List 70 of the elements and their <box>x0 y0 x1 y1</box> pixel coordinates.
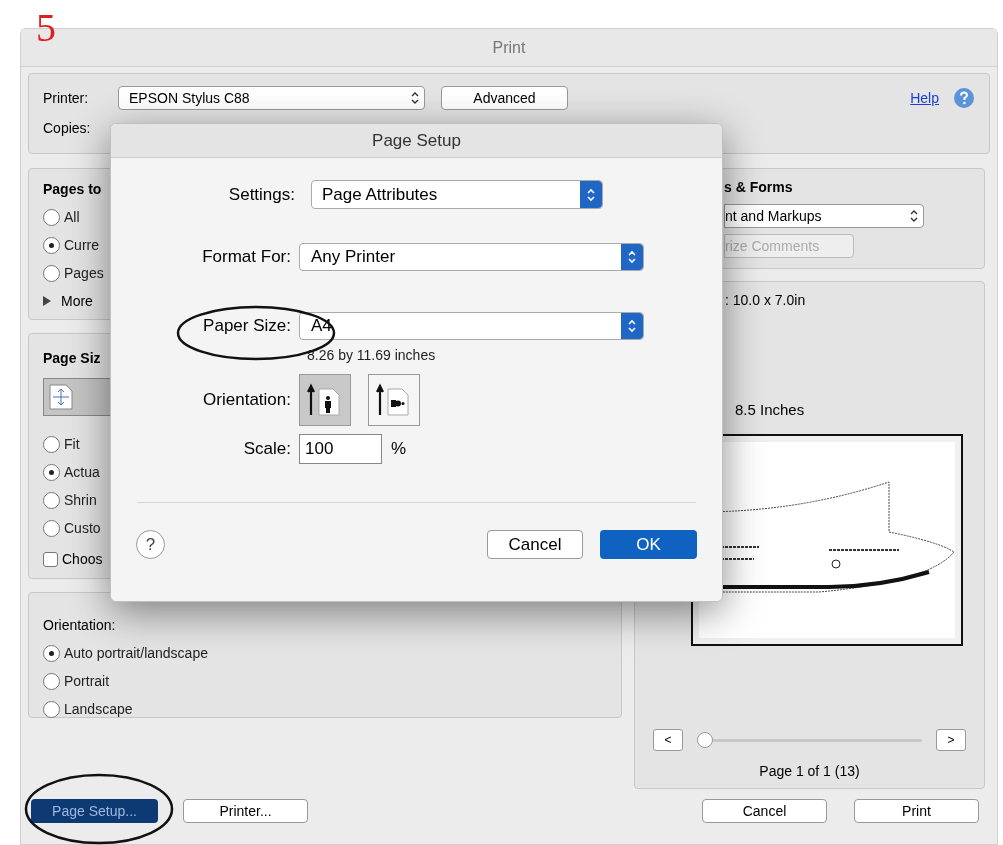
radio-button[interactable] <box>43 236 60 254</box>
more-options-label[interactable]: More <box>61 290 93 312</box>
previous-page-button[interactable]: < <box>653 729 683 751</box>
radio-label: Portrait <box>64 671 110 691</box>
radio-label: All <box>64 207 80 227</box>
field-label: Copies: <box>43 119 91 138</box>
paper-size-text: 8.5 Inches <box>734 400 806 420</box>
panel-title: s & Forms <box>724 178 794 197</box>
print-button[interactable]: Print <box>854 799 979 823</box>
panel-title: Pages to <box>43 181 102 197</box>
radio-button[interactable] <box>43 208 60 226</box>
printer-select[interactable]: EPSON Stylus C88 <box>118 86 425 110</box>
printer-button[interactable]: Printer... <box>183 799 308 823</box>
portrait-orientation-button[interactable] <box>299 374 351 426</box>
format-for-select[interactable]: Any Printer <box>299 243 644 271</box>
checkbox[interactable] <box>43 551 58 567</box>
size-mode-tab[interactable] <box>43 378 113 416</box>
stepper-icon <box>410 90 420 106</box>
page-slider[interactable] <box>697 731 922 749</box>
field-label: Paper Size: <box>202 315 292 338</box>
radio-label: Curre <box>64 235 99 255</box>
unit-label: % <box>391 438 407 461</box>
radio-button[interactable] <box>43 435 60 453</box>
scale-field[interactable]: 100 <box>299 434 382 464</box>
field-label: Format For: <box>201 246 292 269</box>
cancel-button[interactable]: Cancel <box>487 530 583 559</box>
slider-thumb[interactable] <box>697 732 713 748</box>
field-label: Scale: <box>242 438 292 461</box>
radio-button[interactable] <box>43 463 60 481</box>
dialog-title: Page Setup <box>372 129 461 152</box>
window-title: Print <box>492 37 526 58</box>
radio-button[interactable] <box>43 644 60 662</box>
panel-title: Orientation: <box>43 617 116 633</box>
settings-select[interactable]: Page Attributes <box>311 180 603 209</box>
help-icon[interactable] <box>953 87 975 109</box>
stepper-icon <box>621 313 643 339</box>
radio-label: Custo <box>64 518 101 538</box>
stepper-icon <box>909 208 919 224</box>
field-label: Settings: <box>227 183 296 206</box>
radio-button[interactable] <box>43 519 60 537</box>
radio-label: Actua <box>64 462 100 482</box>
radio-button[interactable] <box>43 264 60 282</box>
page-count-text: Page 1 of 1 (13) <box>758 762 861 781</box>
radio-label: Fit <box>64 434 80 454</box>
checkbox-label: Choos <box>62 549 103 569</box>
help-button[interactable]: ? <box>136 530 165 559</box>
radio-button[interactable] <box>43 672 60 690</box>
radio-label: Shrin <box>64 490 97 510</box>
stepper-icon <box>621 244 643 270</box>
radio-button[interactable] <box>43 491 60 509</box>
fit-page-icon <box>48 383 74 411</box>
help-link[interactable]: Help <box>910 87 939 109</box>
annotation-number: 5 <box>36 8 56 48</box>
cancel-button[interactable]: Cancel <box>702 799 827 823</box>
next-page-button[interactable]: > <box>936 729 966 751</box>
panel-title: Page Siz <box>43 350 101 366</box>
landscape-orientation-button[interactable] <box>368 374 420 426</box>
comments-select[interactable]: nt and Markups <box>724 204 924 228</box>
radio-label: Auto portrait/landscape <box>64 643 208 663</box>
stepper-icon <box>580 181 602 208</box>
advanced-button[interactable]: Advanced <box>441 86 568 110</box>
document-size-text: : 10.0 x 7.0in <box>724 291 807 310</box>
page-setup-button[interactable]: Page Setup... <box>31 799 158 823</box>
disclosure-triangle-icon[interactable] <box>43 296 51 306</box>
field-label: Orientation: <box>202 389 292 412</box>
radio-label: Pages <box>64 263 104 283</box>
radio-button[interactable] <box>43 700 60 718</box>
radio-label: Landscape <box>64 699 133 719</box>
field-label: Printer: <box>43 88 90 108</box>
ok-button[interactable]: OK <box>600 530 697 559</box>
